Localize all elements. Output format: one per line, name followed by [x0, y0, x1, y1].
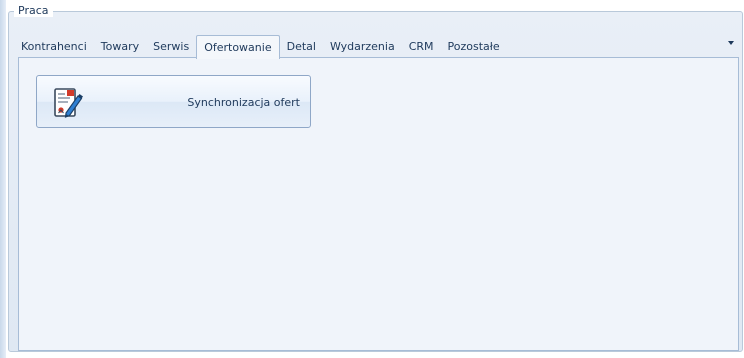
group-title: Praca: [14, 4, 53, 17]
document-pen-icon: [51, 86, 85, 120]
window: Praca Kontrahenci Towary Serwis Ofertowa…: [0, 0, 744, 358]
tab-serwis[interactable]: Serwis: [146, 36, 196, 58]
tab-kontrahenci[interactable]: Kontrahenci: [14, 36, 94, 58]
tab-pozostale[interactable]: Pozostałe: [441, 36, 507, 58]
tab-overflow-dropdown-icon[interactable]: [728, 41, 734, 45]
tab-strip: Kontrahenci Towary Serwis Ofertowanie De…: [14, 34, 507, 59]
synchronizacja-ofert-label: Synchronizacja ofert: [187, 96, 300, 109]
window-left-edge: [0, 0, 6, 358]
tab-ofertowanie[interactable]: Ofertowanie: [196, 35, 280, 59]
tab-wydarzenia[interactable]: Wydarzenia: [323, 36, 402, 58]
tab-crm[interactable]: CRM: [402, 36, 441, 58]
tab-detal[interactable]: Detal: [280, 36, 323, 58]
tab-towary[interactable]: Towary: [94, 36, 146, 58]
synchronizacja-ofert-button[interactable]: Synchronizacja ofert: [36, 75, 311, 128]
